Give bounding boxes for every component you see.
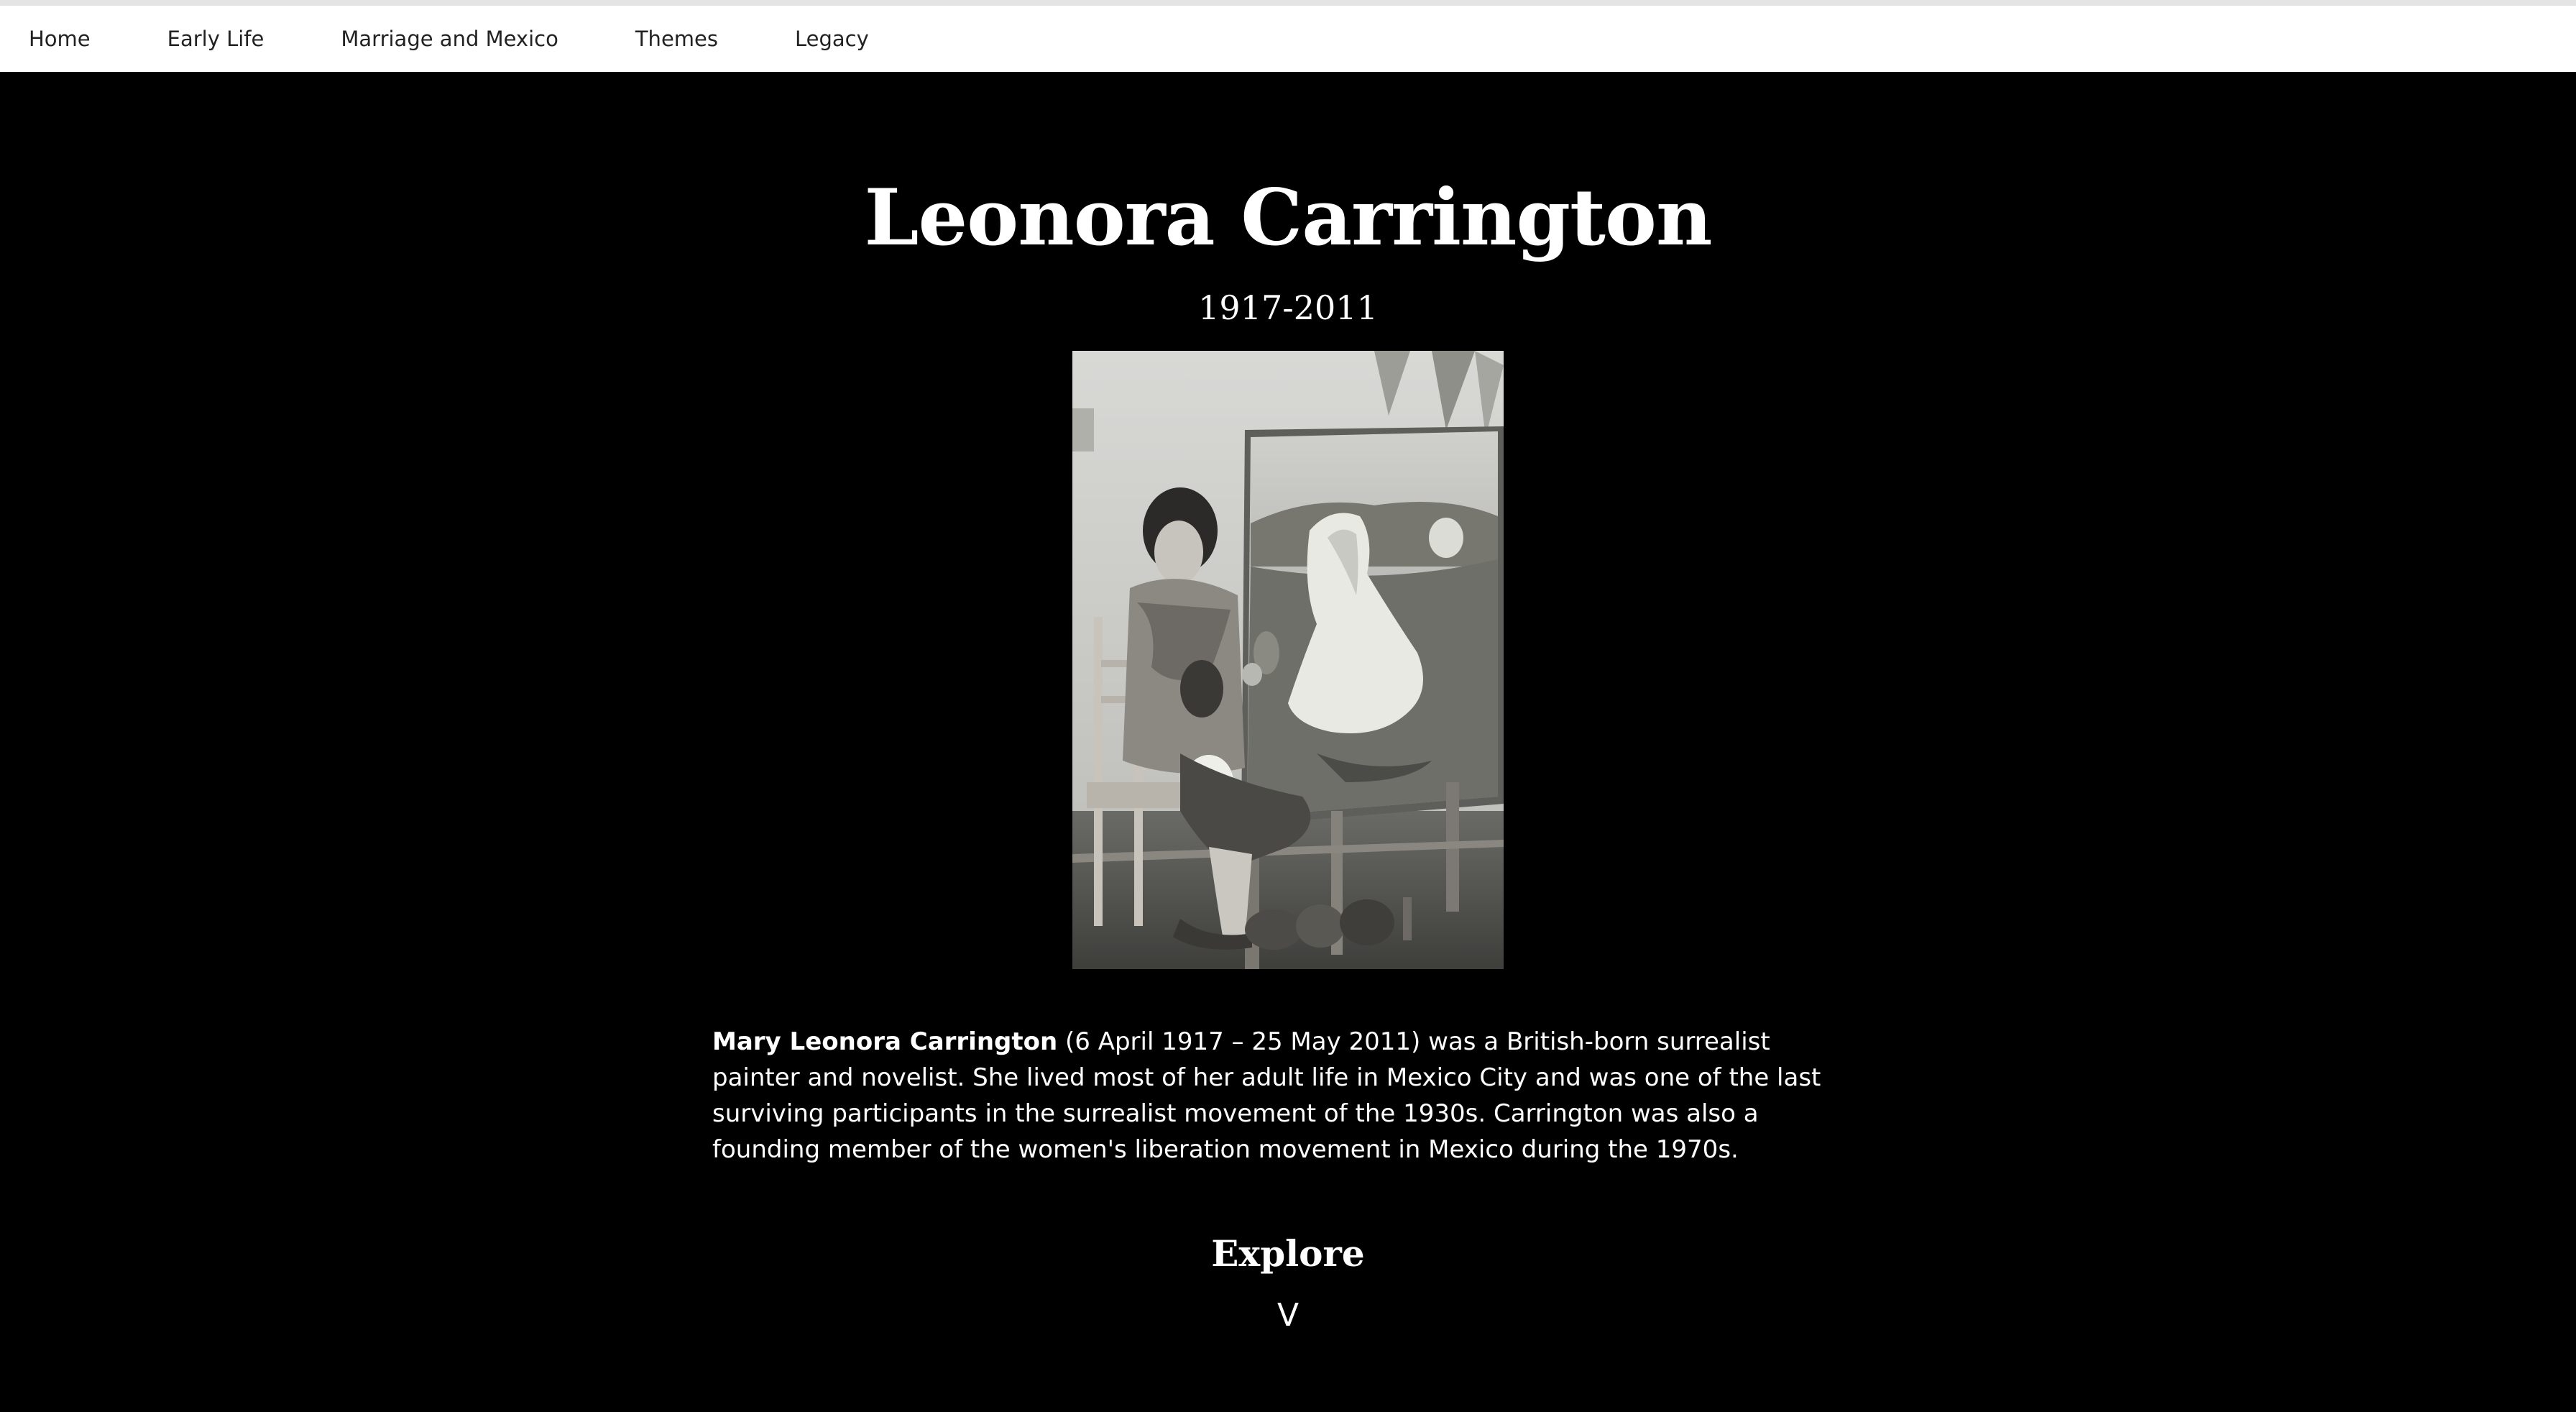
nav-early-life-link[interactable]: Early Life bbox=[167, 27, 264, 51]
artist-portrait-photo bbox=[1072, 351, 1504, 969]
lifespan-years: 1917-2011 bbox=[1198, 288, 1378, 327]
chevron-down-icon[interactable]: V bbox=[1266, 1294, 1310, 1337]
top-navigation: Home Early Life Marriage and Mexico Them… bbox=[0, 6, 2576, 72]
explore-heading: Explore bbox=[1211, 1232, 1365, 1275]
page-title: Leonora Carrington bbox=[864, 173, 1713, 263]
nav-marriage-and-mexico-link[interactable]: Marriage and Mexico bbox=[341, 27, 558, 51]
nav-home-link[interactable]: Home bbox=[29, 27, 91, 51]
biography-paragraph: Mary Leonora Carrington (6 April 1917 – … bbox=[712, 1024, 1862, 1168]
nav-legacy-link[interactable]: Legacy bbox=[795, 27, 869, 51]
nav-themes-link[interactable]: Themes bbox=[635, 27, 718, 51]
biography-subject-name: Mary Leonora Carrington bbox=[712, 1027, 1058, 1056]
top-border bbox=[0, 0, 2576, 6]
